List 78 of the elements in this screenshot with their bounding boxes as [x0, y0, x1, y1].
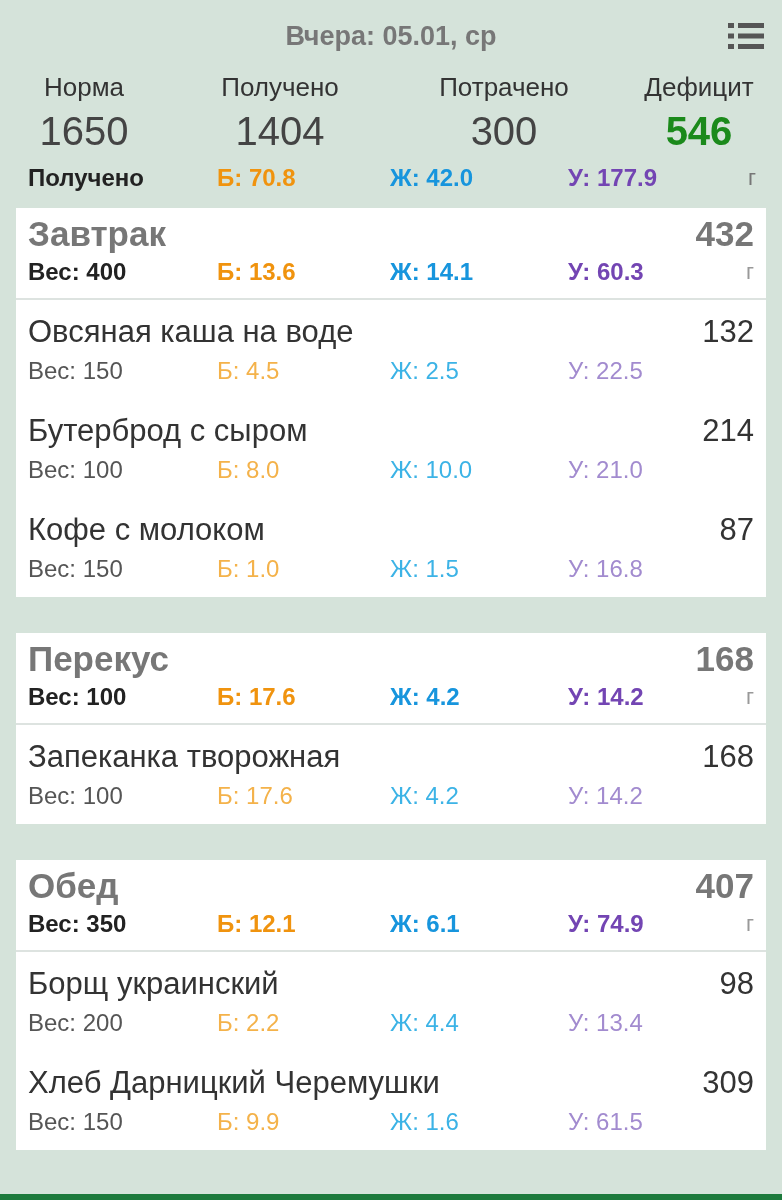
unit-label: г	[745, 684, 754, 710]
food-weight: Вес: 150	[28, 1108, 124, 1136]
meal-name[interactable]: Перекус	[28, 639, 170, 679]
stat-label: Дефицит	[644, 72, 754, 103]
food-carbs: У: 61.5	[568, 1108, 644, 1136]
food-calories: 87	[719, 512, 754, 548]
food-fat: Ж: 1.6	[390, 1108, 460, 1136]
fat-total: Ж: 42.0	[390, 164, 475, 192]
food-name: Овсяная каша на воде	[28, 314, 354, 350]
food-calories: 132	[702, 314, 754, 350]
food-weight: Вес: 100	[28, 782, 124, 810]
meal-carbs: У: 74.9	[568, 910, 645, 938]
unit-label: г	[747, 165, 756, 191]
meal-weight: Вес: 400	[28, 258, 128, 286]
meal-carbs: У: 14.2	[568, 683, 645, 711]
carbs-total: У: 177.9	[568, 164, 659, 192]
protein-total: Б: 70.8	[217, 164, 297, 192]
food-carbs: У: 14.2	[568, 782, 644, 810]
food-calories: 168	[702, 739, 754, 775]
food-protein: Б: 17.6	[217, 782, 294, 810]
food-item[interactable]: Хлеб Дарницкий Черемушки 309 Вес: 150 Б: 9.9 Ж: 1.6 У: 61.5	[16, 1051, 766, 1150]
food-protein: Б: 1.0	[217, 555, 281, 583]
stat-label: Получено	[221, 72, 339, 103]
food-fat: Ж: 4.2	[390, 782, 460, 810]
food-item[interactable]: Овсяная каша на воде 132 Вес: 150 Б: 4.5 Ж: 2.5 У: 22.5	[16, 300, 766, 399]
food-item[interactable]: Запеканка творожная 168 Вес: 100 Б: 17.6 Ж: 4.2 У: 14.2	[16, 725, 766, 824]
food-name: Кофе с молоком	[28, 512, 265, 548]
stat-value: 546	[665, 109, 733, 154]
food-weight: Вес: 150	[28, 555, 124, 583]
meal-weight: Вес: 350	[28, 910, 128, 938]
food-protein: Б: 8.0	[217, 456, 281, 484]
food-item[interactable]: Бутерброд с сыром 214 Вес: 100 Б: 8.0 Ж: 10.0 У: 21.0	[16, 399, 766, 498]
list-menu-icon[interactable]	[728, 22, 764, 50]
stat-label: Потрачено	[439, 72, 569, 103]
meal-weight: Вес: 100	[28, 683, 128, 711]
food-weight: Вес: 150	[28, 357, 124, 385]
food-fat: Ж: 1.5	[390, 555, 460, 583]
food-calories: 309	[702, 1065, 754, 1101]
meal-fat: Ж: 6.1	[390, 910, 461, 938]
food-carbs: У: 16.8	[568, 555, 644, 583]
food-protein: Б: 4.5	[217, 357, 281, 385]
stat-value: 1404	[235, 109, 325, 154]
meal-fat: Ж: 14.1	[390, 258, 475, 286]
date-title: Вчера: 05.01, ср	[285, 20, 497, 52]
meal-calories: 168	[695, 639, 754, 679]
unit-label: г	[745, 911, 754, 937]
food-fat: Ж: 10.0	[390, 456, 474, 484]
food-item[interactable]: Кофе с молоком 87 Вес: 150 Б: 1.0 Ж: 1.5 У: 16.8	[16, 498, 766, 597]
meal-protein: Б: 12.1	[217, 910, 297, 938]
food-name: Борщ украинский	[28, 966, 279, 1002]
food-protein: Б: 2.2	[217, 1009, 281, 1037]
stat-label: Норма	[44, 72, 124, 103]
totals-label: Получено	[28, 164, 146, 192]
meal-protein: Б: 17.6	[217, 683, 297, 711]
food-carbs: У: 21.0	[568, 456, 644, 484]
food-fat: Ж: 2.5	[390, 357, 460, 385]
food-protein: Б: 9.9	[217, 1108, 281, 1136]
food-carbs: У: 22.5	[568, 357, 644, 385]
stat-value: 300	[470, 109, 538, 154]
food-carbs: У: 13.4	[568, 1009, 644, 1037]
stat-value: 1650	[39, 109, 129, 154]
food-fat: Ж: 4.4	[390, 1009, 460, 1037]
food-item[interactable]: Борщ украинский 98 Вес: 200 Б: 2.2 Ж: 4.4 У: 13.4	[16, 952, 766, 1051]
food-name: Запеканка творожная	[28, 739, 341, 775]
meal-protein: Б: 13.6	[217, 258, 297, 286]
food-name: Хлеб Дарницкий Черемушки	[28, 1065, 440, 1101]
meal-calories: 432	[695, 214, 754, 254]
meal-name[interactable]: Обед	[28, 866, 119, 906]
meal-fat: Ж: 4.2	[390, 683, 461, 711]
food-calories: 98	[719, 966, 754, 1002]
food-calories: 214	[702, 413, 754, 449]
meal-carbs: У: 60.3	[568, 258, 645, 286]
food-weight: Вес: 200	[28, 1009, 124, 1037]
food-weight: Вес: 100	[28, 456, 124, 484]
food-name: Бутерброд с сыром	[28, 413, 308, 449]
meal-name[interactable]: Завтрак	[28, 214, 166, 254]
meal-calories: 407	[695, 866, 754, 906]
unit-label: г	[745, 259, 754, 285]
